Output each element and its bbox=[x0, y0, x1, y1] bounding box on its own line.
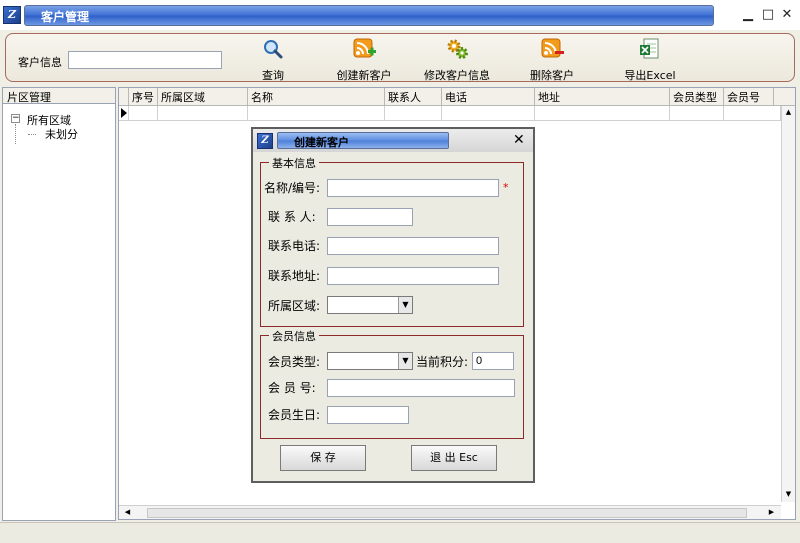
scroll-right-icon[interactable]: ▶ bbox=[765, 506, 778, 519]
column-header-phone[interactable]: 电话 bbox=[442, 88, 535, 105]
column-header-member-type[interactable]: 会员类型 bbox=[670, 88, 724, 105]
column-header-contact[interactable]: 联系人 bbox=[385, 88, 442, 105]
table-cell[interactable] bbox=[158, 106, 248, 121]
dialog-app-icon: Z bbox=[257, 133, 273, 149]
grid-header: 序号 所属区域 名称 联系人 电话 地址 会员类型 会员号 bbox=[119, 88, 795, 106]
table-cell[interactable] bbox=[724, 106, 781, 121]
close-button[interactable]: ✕ bbox=[779, 7, 795, 23]
column-header-index[interactable]: 序号 bbox=[129, 88, 158, 105]
basic-info-group-title: 基本信息 bbox=[269, 155, 319, 171]
row-indicator bbox=[119, 106, 129, 121]
contact-label: 联 系 人: bbox=[268, 210, 316, 224]
create-customer-button[interactable]: 创建新客户 bbox=[334, 38, 394, 83]
contact-input[interactable] bbox=[327, 208, 413, 226]
toolbar: 客户信息 查询 创建新客户 修改客户信息 删除客户 导出Excel bbox=[5, 33, 795, 82]
edit-customer-button[interactable]: 修改客户信息 bbox=[424, 38, 490, 83]
table-cell[interactable] bbox=[129, 106, 158, 121]
member-no-label: 会 员 号: bbox=[268, 381, 316, 395]
search-button-label: 查询 bbox=[262, 69, 284, 82]
edit-customer-label: 修改客户信息 bbox=[424, 69, 490, 82]
name-label: 名称/编号: bbox=[264, 181, 321, 195]
horizontal-scroll-thumb[interactable] bbox=[147, 508, 747, 518]
table-cell[interactable] bbox=[535, 106, 670, 121]
region-panel-header: 片区管理 bbox=[3, 88, 115, 104]
dialog-close-icon[interactable]: ✕ bbox=[513, 132, 525, 148]
column-header-member-no[interactable]: 会员号 bbox=[724, 88, 774, 105]
row-header-corner bbox=[119, 88, 129, 105]
row-pointer-icon bbox=[121, 108, 127, 118]
column-header-region[interactable]: 所属区域 bbox=[158, 88, 248, 105]
address-input[interactable] bbox=[327, 267, 499, 285]
exit-button[interactable]: 退 出 Esc bbox=[411, 445, 497, 471]
region-panel: 片区管理 − 所有区域 未划分 bbox=[2, 87, 116, 521]
birthday-input[interactable] bbox=[327, 406, 409, 424]
scroll-up-icon[interactable]: ▲ bbox=[782, 106, 795, 119]
region-select[interactable]: ▼ bbox=[327, 296, 413, 314]
title-pill: 客户管理 bbox=[24, 5, 714, 26]
member-info-group-title: 会员信息 bbox=[269, 328, 319, 344]
points-label: 当前积分: bbox=[416, 355, 469, 369]
rss-add-icon bbox=[353, 38, 376, 60]
minimize-button[interactable]: ▁ bbox=[740, 7, 756, 23]
tree-expander-icon[interactable]: − bbox=[11, 114, 20, 123]
dialog-title-pill: 创建新客户 bbox=[277, 132, 449, 149]
save-button[interactable]: 保 存 bbox=[280, 445, 366, 471]
column-header-name[interactable]: 名称 bbox=[248, 88, 385, 105]
create-customer-label: 创建新客户 bbox=[336, 69, 392, 82]
table-row[interactable] bbox=[119, 106, 781, 121]
create-customer-dialog: Z 创建新客户 ✕ 基本信息 名称/编号: * 联 系 人: 联系电话: 联系地… bbox=[251, 127, 535, 483]
tree-item-unassigned[interactable]: 未划分 bbox=[45, 126, 78, 142]
gears-icon bbox=[446, 38, 468, 60]
basic-info-group: 基本信息 名称/编号: * 联 系 人: 联系电话: 联系地址: 所属区域: ▼ bbox=[260, 155, 524, 327]
scroll-left-icon[interactable]: ◀ bbox=[121, 506, 134, 519]
search-button[interactable]: 查询 bbox=[258, 38, 288, 83]
table-cell[interactable] bbox=[248, 106, 385, 121]
address-label: 联系地址: bbox=[268, 269, 321, 283]
dialog-title-bar: Z 创建新客户 ✕ bbox=[253, 129, 533, 152]
tree-branch-line bbox=[28, 134, 36, 135]
customer-info-input[interactable] bbox=[68, 51, 222, 69]
phone-label: 联系电话: bbox=[268, 239, 321, 253]
vertical-scrollbar[interactable]: ▲ ▼ bbox=[781, 106, 795, 502]
phone-input[interactable] bbox=[327, 237, 499, 255]
points-input[interactable] bbox=[472, 352, 514, 370]
delete-customer-label: 删除客户 bbox=[530, 69, 574, 82]
maximize-button[interactable]: □ bbox=[760, 7, 776, 23]
dialog-title: 创建新客户 bbox=[294, 136, 349, 149]
name-input[interactable] bbox=[327, 179, 499, 197]
member-type-select[interactable]: ▼ bbox=[327, 352, 413, 370]
rss-remove-icon bbox=[541, 38, 564, 60]
scroll-down-icon[interactable]: ▼ bbox=[782, 488, 795, 501]
member-info-group: 会员信息 会员类型: ▼ 当前积分: 会 员 号: 会员生日: bbox=[260, 328, 524, 439]
excel-icon bbox=[639, 38, 661, 60]
window-title: 客户管理 bbox=[41, 10, 90, 24]
search-icon bbox=[262, 38, 284, 60]
window-title-bar: Z 客户管理 ▁ □ ✕ bbox=[0, 0, 800, 30]
chevron-down-icon[interactable]: ▼ bbox=[398, 353, 412, 369]
table-cell[interactable] bbox=[385, 106, 442, 121]
birthday-label: 会员生日: bbox=[268, 408, 321, 422]
horizontal-scrollbar[interactable]: ◀ ▶ bbox=[119, 505, 781, 519]
app-icon: Z bbox=[3, 6, 21, 24]
column-header-address[interactable]: 地址 bbox=[535, 88, 670, 105]
export-excel-button[interactable]: 导出Excel bbox=[622, 38, 678, 83]
tree-line bbox=[15, 124, 16, 144]
required-mark: * bbox=[503, 181, 509, 194]
region-label: 所属区域: bbox=[268, 299, 321, 313]
member-type-label: 会员类型: bbox=[268, 355, 321, 369]
chevron-down-icon[interactable]: ▼ bbox=[398, 297, 412, 313]
export-excel-label: 导出Excel bbox=[624, 69, 676, 82]
status-bar bbox=[0, 522, 800, 543]
delete-customer-button[interactable]: 删除客户 bbox=[528, 38, 576, 83]
table-cell[interactable] bbox=[670, 106, 724, 121]
customer-info-label: 客户信息 bbox=[18, 56, 62, 69]
table-cell[interactable] bbox=[442, 106, 535, 121]
member-no-input[interactable] bbox=[327, 379, 515, 397]
